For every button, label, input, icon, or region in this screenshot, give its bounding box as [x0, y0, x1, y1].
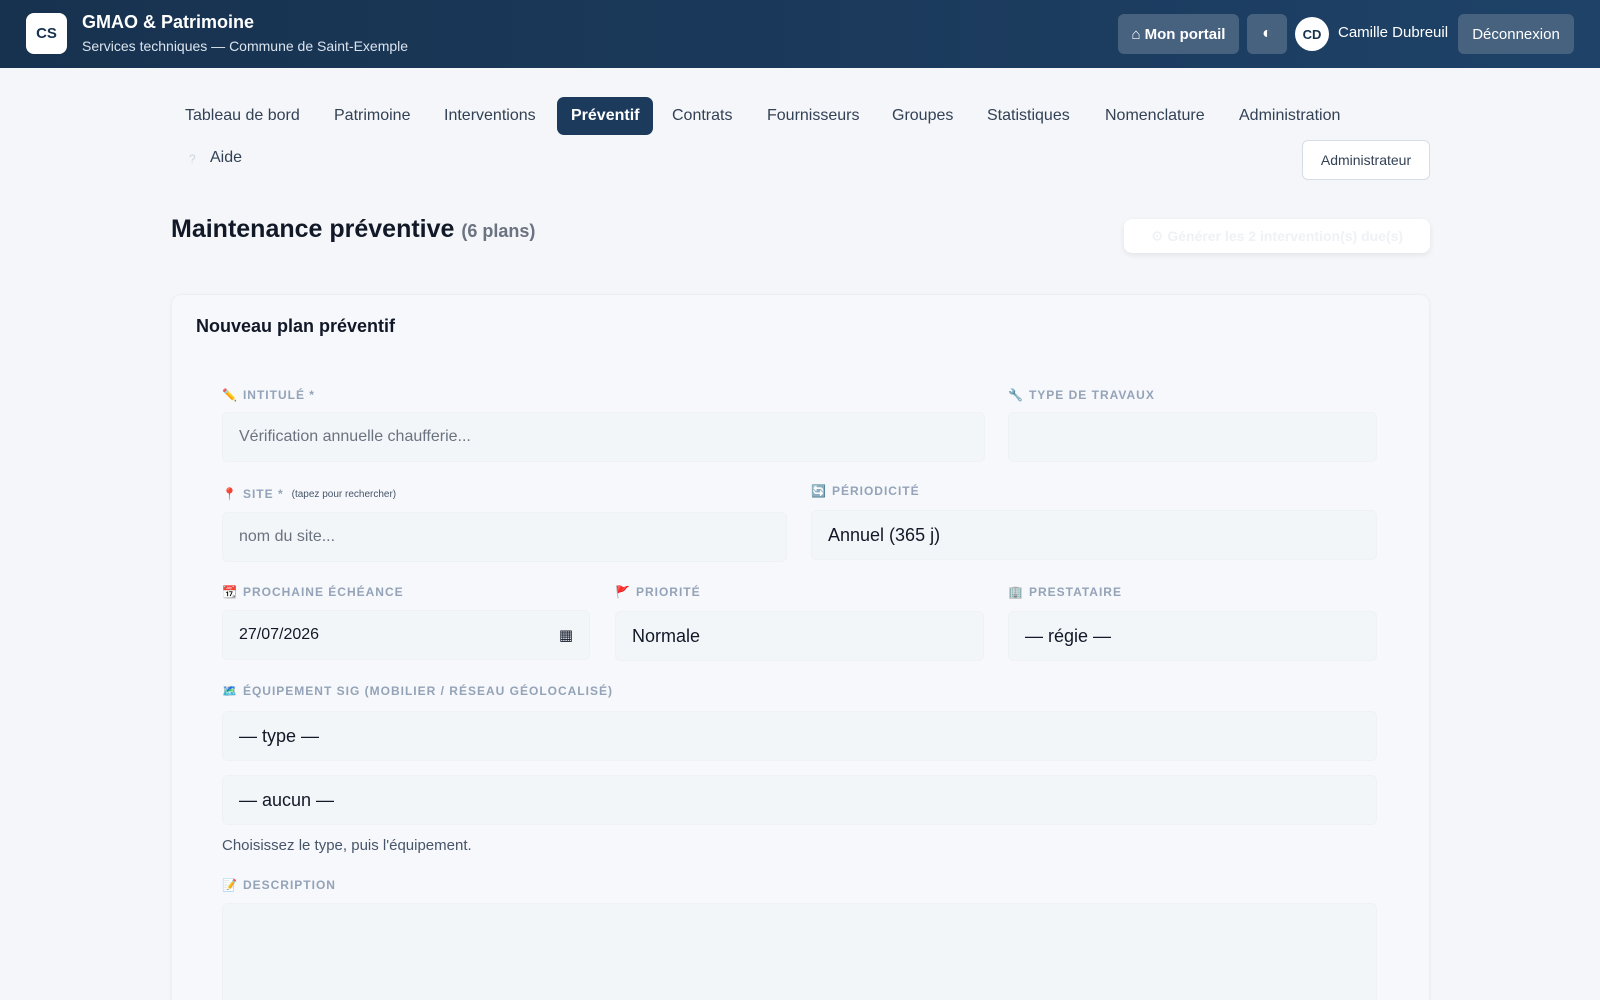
echeance-value: 27/07/2026 [239, 626, 320, 643]
page-title-text: Maintenance préventive [171, 215, 455, 243]
nav-item-fournisseurs[interactable]: Fournisseurs [753, 97, 873, 135]
calendar-icon: 📆 [222, 585, 237, 599]
my-portal-label: Mon portail [1144, 25, 1226, 43]
my-portal-button[interactable]: ⌂ Mon portail [1118, 14, 1239, 54]
nav-item-groupes[interactable]: Groupes [878, 97, 967, 135]
repeat-icon: 🔄 [811, 484, 826, 498]
equipement-item-select[interactable]: — aucun — [222, 775, 1377, 825]
user-name: Camille Dubreuil [1338, 24, 1449, 41]
equipement-type-select[interactable]: — type — [222, 711, 1377, 761]
map-icon: 🗺️ [222, 684, 237, 698]
theme-toggle-button[interactable]: ◐ [1247, 14, 1287, 54]
equipement-label: 🗺️ ÉQUIPEMENT SIG (MOBILIER / RÉSEAU GÉO… [222, 684, 613, 698]
equipement-label-text: ÉQUIPEMENT SIG (MOBILIER / RÉSEAU GÉOLOC… [242, 684, 613, 698]
intitule-input[interactable]: Vérification annuelle chaufferie... [222, 412, 985, 462]
site-search-input[interactable]: nom du site... [222, 512, 787, 562]
generate-interventions-button[interactable]: ⚙ Générer les 2 intervention(s) due(s) [1124, 219, 1430, 253]
equipement-help-text: Choisissez le type, puis l'équipement. [222, 837, 472, 854]
memo-icon: 📝 [222, 878, 237, 892]
logout-button[interactable]: Déconnexion [1458, 14, 1574, 54]
top-bar: CS GMAO & Patrimoine Services techniques… [0, 0, 1600, 68]
app-subtitle: Services techniques — Commune de Saint-E… [82, 38, 409, 54]
home-icon: ⌂ [1131, 25, 1141, 43]
nav-item-interventions[interactable]: Interventions [430, 97, 550, 135]
nav-item-contrats[interactable]: Contrats [658, 97, 746, 135]
periodicite-label: 🔄 PÉRIODICITÉ [811, 484, 920, 498]
echeance-label: 📆 PROCHAINE ÉCHÉANCE [222, 585, 404, 599]
nav-item-nomenclature[interactable]: Nomenclature [1091, 97, 1219, 135]
page-title: Maintenance préventive (6 plans) [171, 215, 535, 244]
user-avatar[interactable]: CD [1295, 17, 1329, 51]
flag-icon: 🚩 [615, 585, 630, 599]
role-selector[interactable]: Administrateur [1302, 140, 1430, 180]
periodicite-select[interactable]: Annuel (365 j) [811, 510, 1377, 560]
site-label: 📍 SITE * (tapez pour rechercher) [222, 487, 396, 501]
app-logo[interactable]: CS [26, 13, 67, 54]
nav-item-patrimoine[interactable]: Patrimoine [320, 97, 424, 135]
echeance-date-input[interactable]: 27/07/2026 ▦ [222, 610, 590, 660]
site-hint: (tapez pour rechercher) [291, 488, 397, 500]
prestataire-label-text: PRESTATAIRE [1028, 585, 1122, 599]
nav-item-aide[interactable]: Aide [210, 149, 242, 167]
description-label: 📝 DESCRIPTION [222, 878, 336, 892]
type-travaux-select[interactable] [1008, 412, 1377, 462]
nav-item-administration[interactable]: Administration [1225, 97, 1354, 135]
app-title: GMAO & Patrimoine [82, 12, 255, 32]
pin-icon: 📍 [222, 487, 237, 501]
description-label-text: DESCRIPTION [242, 878, 336, 892]
periodicite-label-text: PÉRIODICITÉ [831, 484, 920, 498]
plan-count: (6 plans) [461, 221, 536, 241]
calendar-picker-icon[interactable]: ▦ [559, 626, 573, 644]
prestataire-select[interactable]: — régie — [1008, 611, 1377, 661]
card-title: Nouveau plan préventif [196, 316, 396, 336]
priorite-select[interactable]: Normale [615, 611, 984, 661]
type-travaux-label-text: TYPE DE TRAVAUX [1028, 388, 1155, 402]
intitule-label-text: INTITULÉ * [242, 388, 315, 402]
nav-item-statistiques[interactable]: Statistiques [973, 97, 1084, 135]
site-label-text: SITE * [242, 487, 284, 501]
type-travaux-label: 🔧 TYPE DE TRAVAUX [1008, 388, 1155, 402]
contrast-icon: ◐ [1262, 25, 1272, 42]
echeance-label-text: PROCHAINE ÉCHÉANCE [242, 585, 404, 599]
help-icon: ? [189, 152, 196, 166]
wrench-icon: 🔧 [1008, 388, 1023, 402]
intitule-label: ✏️ INTITULÉ * [222, 388, 315, 402]
nav-item-preventif[interactable]: Préventif [557, 97, 654, 135]
nav-item-tableau-de-bord[interactable]: Tableau de bord [171, 97, 314, 135]
building-icon: 🏢 [1008, 585, 1023, 599]
priorite-label: 🚩 PRIORITÉ [615, 585, 701, 599]
pencil-icon: ✏️ [222, 388, 237, 402]
description-textarea[interactable] [222, 903, 1377, 1000]
priorite-label-text: PRIORITÉ [635, 585, 701, 599]
prestataire-label: 🏢 PRESTATAIRE [1008, 585, 1122, 599]
